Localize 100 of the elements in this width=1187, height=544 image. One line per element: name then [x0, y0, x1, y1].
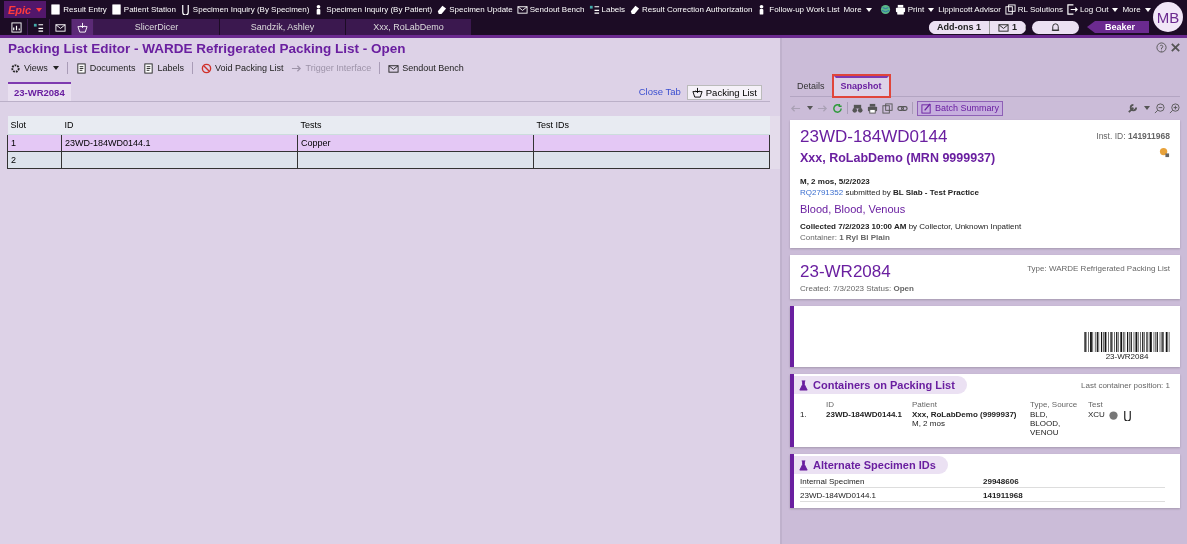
packing-list-type: Type: WARDE Refrigerated Packing List — [1027, 264, 1170, 273]
window-title: Packing List Editor - WARDE Refrigerated Packing List - Open — [8, 41, 407, 56]
copy-icon — [882, 102, 893, 114]
scrollbar[interactable] — [770, 116, 780, 169]
edit-icon — [921, 102, 932, 114]
toolbar-button[interactable]: Documents — [75, 62, 136, 74]
status-dot-icon — [1107, 410, 1119, 421]
list-icon — [588, 4, 600, 15]
demographics: M, 2 mos, 5/2/2023 — [800, 177, 871, 186]
tray-icon — [997, 21, 1009, 33]
activity-button[interactable]: Labels — [588, 4, 626, 15]
id-value: 141911968 — [983, 491, 1024, 500]
toolbar-button[interactable]: Void Packing List — [200, 62, 284, 74]
activity-button[interactable]: More — [843, 5, 872, 14]
close-icon — [1170, 42, 1181, 53]
logout-icon — [1066, 4, 1078, 15]
row-number: 1. — [800, 410, 808, 421]
submitted-by-text: submitted by BL Slab - Test Practice — [845, 188, 979, 197]
caret-icon — [1112, 7, 1119, 12]
activity-button[interactable]: Specimen Update — [436, 4, 513, 15]
activity-button[interactable]: Specimen Inquiry (By Specimen) — [179, 4, 310, 15]
container-id: 23WD-184WD0144.1 — [826, 410, 904, 421]
activity-button[interactable]: Result Correction Authorization — [629, 4, 753, 15]
id-value: 29948606 — [983, 477, 1020, 486]
basket-icon — [691, 87, 703, 98]
list-icon — [33, 21, 44, 33]
created-status: Created: 7/3/2023 Status: Open — [800, 284, 915, 293]
patient-name: Xxx, RoLabDemo (MRN 9999937) — [800, 151, 996, 165]
chart-icon — [11, 21, 22, 33]
mail-icon — [388, 62, 400, 74]
toolbar-button[interactable]: Sendout Bench — [388, 62, 464, 74]
column-header: ID — [826, 400, 835, 409]
printer-icon — [867, 102, 878, 114]
batch-summary-button[interactable]: Batch Summary — [917, 100, 1004, 116]
workspace-tab[interactable]: SlicerDicer — [94, 19, 220, 35]
doc-icon — [75, 62, 87, 74]
close-tab-link[interactable]: Close Tab — [638, 86, 681, 97]
eraser-icon — [629, 4, 641, 15]
menu-button[interactable]: Log Out — [1066, 4, 1119, 15]
toolbar-button[interactable]: Labels — [143, 62, 184, 74]
column-header: Type, Source — [1030, 400, 1079, 409]
barcode-label: 23-WR2084 — [1105, 352, 1149, 361]
caret-icon — [865, 7, 872, 12]
caret-icon — [928, 7, 935, 12]
caret-icon — [36, 7, 43, 12]
patient-detail: M, 2 mos — [912, 419, 946, 428]
column-header: Test IDs — [533, 116, 770, 135]
doc-icon — [143, 62, 155, 74]
column-header: Test — [1088, 400, 1104, 409]
menu-button[interactable]: Print — [894, 4, 935, 15]
printer-icon — [894, 4, 906, 15]
side-tab[interactable]: Details — [790, 76, 832, 96]
bell-icon — [1049, 21, 1061, 33]
notifications-button[interactable] — [1031, 20, 1079, 34]
activity-button[interactable]: Specimen Inquiry (By Patient) — [313, 4, 433, 15]
document-tab[interactable]: 23-WR2084 — [8, 82, 71, 101]
mail-icon — [55, 21, 66, 33]
side-tab[interactable]: Snapshot — [833, 76, 889, 96]
section-header: Containers on Packing List — [794, 376, 967, 394]
menu-button[interactable]: Lippincott Advisor — [938, 5, 1001, 14]
collection-info: Collected 7/2/2023 10:00 AM by Collector, Unknown Inpatient — [800, 222, 1023, 231]
activity-button[interactable]: Patient Station — [110, 4, 176, 15]
refresh-icon — [832, 102, 843, 114]
menu-button[interactable]: More — [1122, 5, 1151, 14]
caret-icon — [52, 66, 59, 70]
pen-icon — [436, 4, 448, 15]
id-type: Internal Specimen — [800, 477, 866, 486]
type-source: BLD, BLOOD, VENOU — [1030, 410, 1062, 437]
flask-icon — [798, 379, 809, 391]
caret-icon — [1144, 106, 1150, 110]
activity-button[interactable]: Follow-up Work List — [756, 4, 840, 15]
packing-list-button[interactable]: Packing List — [686, 85, 762, 100]
caret-icon — [1144, 7, 1151, 12]
caret-icon — [807, 106, 813, 110]
activity-button[interactable]: Result Entry — [50, 4, 107, 15]
order-link[interactable]: RQ2791352 — [800, 188, 844, 197]
menu-button[interactable]: RL Solutions — [1004, 4, 1063, 15]
user-avatar[interactable]: MB — [1153, 2, 1183, 32]
epic-menu-button[interactable]: Epic — [4, 1, 47, 18]
activity-tab[interactable] — [72, 19, 94, 35]
activity-button[interactable]: Sendout Bench — [516, 4, 585, 15]
toolbar-button[interactable]: Views — [10, 62, 59, 74]
id-type: 23WD-184WD0144.1 — [800, 491, 878, 500]
flask-icon — [798, 459, 809, 471]
last-position: Last container position: 1 — [1081, 381, 1170, 390]
add-ons-button[interactable]: Add-ons 1 — [928, 20, 990, 34]
workspace-tab[interactable]: Sandzik, Ashley — [220, 19, 346, 35]
column-header: Patient — [912, 400, 938, 409]
app-name: Beaker — [1086, 21, 1149, 33]
doc-icon — [50, 4, 62, 15]
table-cell: 23WD-184WD0144.1 — [61, 134, 298, 152]
globe-icon — [879, 4, 891, 15]
inst-id: Inst. ID: 141911968 — [1096, 131, 1170, 141]
workspace-tab[interactable]: Xxx, RoLabDemo — [346, 19, 472, 35]
column-header: Slot — [7, 116, 62, 135]
table-cell: 1 — [7, 134, 62, 152]
column-header: Tests — [297, 116, 534, 135]
mail-icon — [516, 4, 528, 15]
container-info: Container: 1 Ryl Bl Plain — [800, 233, 891, 242]
packing-list-id: 23-WR2084 — [800, 262, 891, 282]
